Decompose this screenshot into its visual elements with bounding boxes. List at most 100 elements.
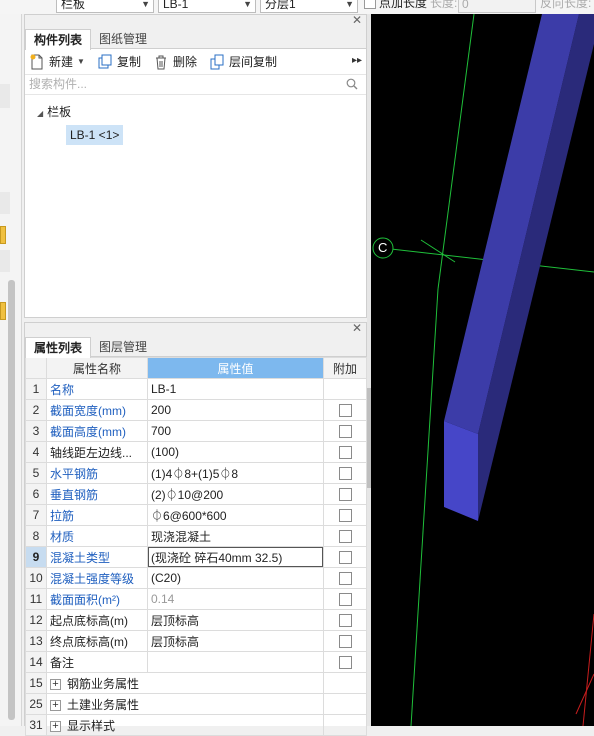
property-row[interactable]: 4 轴线距左边线... (100) xyxy=(25,441,367,463)
extra-checkbox[interactable] xyxy=(338,530,352,544)
row-index: 7 xyxy=(25,504,47,526)
property-row[interactable]: 11 截面面积(m²) 0.14 xyxy=(25,588,367,610)
chevron-down-icon: ▼ xyxy=(243,0,252,9)
left-strip-item[interactable] xyxy=(0,84,10,108)
expand-plus-icon[interactable]: + xyxy=(50,699,61,711)
left-strip-scrollbar[interactable] xyxy=(8,280,15,720)
property-name: 名称 xyxy=(46,378,148,400)
property-row[interactable]: 7 拉筋 ⏀6@600*600 xyxy=(25,504,367,526)
new-button[interactable]: 新建 ▼ xyxy=(29,53,95,71)
extra-checkbox[interactable] xyxy=(338,614,352,628)
property-row[interactable]: 6 垂直钢筋 (2)⏀10@200 xyxy=(25,483,367,505)
left-strip-tag[interactable] xyxy=(0,302,6,320)
expand-plus-icon[interactable]: + xyxy=(50,678,61,690)
property-value[interactable]: 700 xyxy=(147,420,324,442)
row-index: 9 xyxy=(25,546,47,568)
property-row[interactable]: 13 终点底标高(m) 层顶标高 xyxy=(25,630,367,652)
property-extra xyxy=(323,525,367,547)
point-length-checkbox[interactable] xyxy=(364,0,376,9)
extra-checkbox[interactable] xyxy=(338,488,352,502)
tree-root-label: 栏板 xyxy=(47,105,72,119)
extra-checkbox[interactable] xyxy=(338,551,352,565)
left-navigation-strip xyxy=(0,14,22,726)
property-table-header: 属性名称 属性值 附加 xyxy=(25,357,367,379)
extra-checkbox[interactable] xyxy=(338,446,352,460)
left-strip-item[interactable] xyxy=(0,250,10,272)
component-name-combo[interactable]: LB-1 ▼ xyxy=(158,0,256,13)
property-value[interactable]: (2)⏀10@200 xyxy=(147,483,324,505)
left-strip-item[interactable] xyxy=(0,192,10,214)
property-extra xyxy=(323,609,367,631)
extra-checkbox[interactable] xyxy=(338,635,352,649)
extra-checkbox[interactable] xyxy=(338,425,352,439)
property-row[interactable]: 12 起点底标高(m) 层顶标高 xyxy=(25,609,367,631)
tab-property-list[interactable]: 属性列表 xyxy=(25,337,92,358)
property-name: 终点底标高(m) xyxy=(46,630,148,652)
extra-checkbox[interactable] xyxy=(338,656,352,670)
copy-button[interactable]: 复制 xyxy=(97,53,147,71)
property-value[interactable]: LB-1 xyxy=(147,378,324,400)
property-value[interactable]: 层顶标高 xyxy=(147,609,324,631)
property-row[interactable]: 5 水平钢筋 (1)4⏀8+(1)5⏀8 xyxy=(25,462,367,484)
tree-node-lb1[interactable]: LB-1 <1> xyxy=(66,125,124,145)
expand-triangle-icon[interactable]: ◢ xyxy=(37,109,43,118)
delete-label: 删除 xyxy=(173,55,198,69)
property-row[interactable]: 25 + 土建业务属性 xyxy=(25,693,367,715)
property-name: + 土建业务属性 xyxy=(46,693,324,715)
search-icon[interactable] xyxy=(346,78,358,90)
property-value[interactable] xyxy=(147,651,324,673)
property-value[interactable]: (100) xyxy=(147,441,324,463)
extra-checkbox[interactable] xyxy=(338,467,352,481)
property-extra xyxy=(323,630,367,652)
property-row[interactable]: 14 备注 xyxy=(25,651,367,673)
tab-drawing-management[interactable]: 图纸管理 xyxy=(91,29,155,49)
property-row[interactable]: 10 混凝土强度等级 (C20) xyxy=(25,567,367,589)
property-value[interactable]: 0.14 xyxy=(147,588,324,610)
left-strip-tag[interactable] xyxy=(0,226,6,244)
extra-checkbox[interactable] xyxy=(338,572,352,586)
tab-component-list[interactable]: 构件列表 xyxy=(25,29,92,50)
component-tabs: 构件列表 图纸管理 xyxy=(25,29,366,50)
length-input[interactable]: 0 xyxy=(458,0,536,13)
property-row[interactable]: 15 + 钢筋业务属性 xyxy=(25,672,367,694)
property-name: 截面面积(m²) xyxy=(46,588,148,610)
property-row[interactable]: 9 混凝土类型 (现浇砼 碎石40mm 32.5) xyxy=(25,546,367,568)
expand-plus-icon[interactable]: + xyxy=(50,720,61,732)
extra-checkbox[interactable] xyxy=(338,509,352,523)
property-row[interactable]: 8 材质 现浇混凝土 xyxy=(25,525,367,547)
row-index: 3 xyxy=(25,420,47,442)
property-row[interactable]: 1 名称 LB-1 xyxy=(25,378,367,400)
tab-layer-management[interactable]: 图层管理 xyxy=(91,337,155,357)
property-value[interactable]: ⏀6@600*600 xyxy=(147,504,324,526)
close-icon[interactable]: ✕ xyxy=(352,321,362,335)
property-value[interactable]: 200 xyxy=(147,399,324,421)
layer-value: 分层1 xyxy=(265,0,296,11)
extra-checkbox[interactable] xyxy=(338,593,352,607)
floor-copy-button[interactable]: 层间复制 xyxy=(209,53,289,71)
drawing-canvas[interactable]: C xyxy=(371,14,594,726)
top-toolbar: 栏板 ▼ LB-1 ▼ 分层1 ▼ 点加长度 长度: 0 反向长度: xyxy=(0,0,594,14)
property-row[interactable]: 2 截面宽度(mm) 200 xyxy=(25,399,367,421)
property-value[interactable]: 层顶标高 xyxy=(147,630,324,652)
extra-checkbox[interactable] xyxy=(338,404,352,418)
property-value[interactable]: (现浇砼 碎石40mm 32.5) xyxy=(147,546,324,568)
property-value[interactable]: 现浇混凝土 xyxy=(147,525,324,547)
property-value[interactable]: (1)4⏀8+(1)5⏀8 xyxy=(147,462,324,484)
component-name-value: LB-1 xyxy=(163,0,189,11)
component-type-combo[interactable]: 栏板 ▼ xyxy=(56,0,154,13)
delete-button[interactable]: 删除 xyxy=(153,53,205,71)
layer-combo[interactable]: 分层1 ▼ xyxy=(260,0,358,13)
property-extra xyxy=(323,714,367,736)
property-row[interactable]: 31 + 显示样式 xyxy=(25,714,367,736)
header-name: 属性名称 xyxy=(46,357,148,379)
component-toolbar: 新建 ▼ 复制 删除 层间复制 ▸▸ xyxy=(25,49,366,75)
property-value[interactable]: (C20) xyxy=(147,567,324,589)
property-tabs: 属性列表 图层管理 xyxy=(25,337,366,358)
close-icon[interactable]: ✕ xyxy=(352,13,362,27)
property-extra xyxy=(323,651,367,673)
component-search-input[interactable] xyxy=(25,75,325,93)
more-icon[interactable]: ▸▸ xyxy=(352,55,362,66)
property-row[interactable]: 3 截面高度(mm) 700 xyxy=(25,420,367,442)
component-tree: ◢ 栏板 LB-1 <1> xyxy=(25,95,366,295)
tree-node-root[interactable]: ◢ 栏板 xyxy=(37,103,71,120)
